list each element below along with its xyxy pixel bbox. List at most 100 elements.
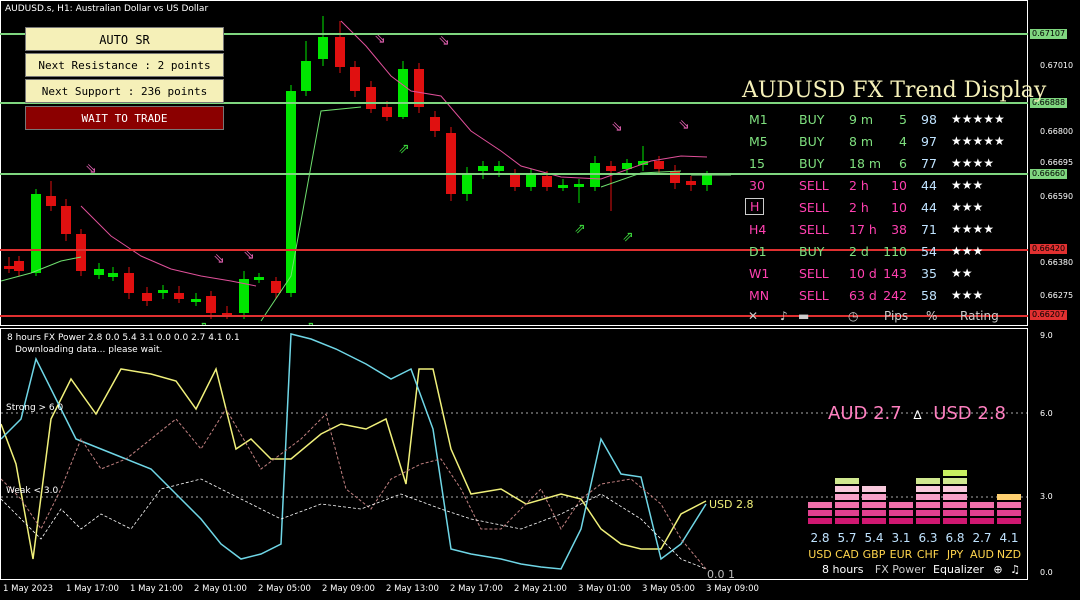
up-arrow-icon: ⇗ — [574, 221, 586, 237]
equalizer-currency[interactable]: JPY — [942, 548, 968, 561]
trend-rating: ★★★★★ — [951, 134, 1005, 148]
equalizer-value: 2.8 — [810, 531, 830, 545]
trend-signal: SELL — [799, 288, 829, 303]
equalizer-segment — [997, 494, 1021, 500]
equalizer-segment — [862, 518, 886, 524]
equalizer-currency[interactable]: NZD — [996, 548, 1022, 561]
close-icon[interactable]: ✕ — [748, 309, 758, 323]
time-axis-label: 2 May 13:00 — [386, 584, 439, 594]
trend-pips: 38 — [891, 222, 907, 237]
candle-body — [686, 181, 696, 185]
trend-percent: 44 — [921, 178, 937, 193]
up-arrow-icon: ⇗ — [303, 319, 315, 325]
trend-row-h[interactable]: H SELL 2 h 10 44 ★★★ — [745, 198, 1030, 218]
candle-body — [462, 173, 472, 194]
indicator-axis-label: 9.0 — [1040, 331, 1053, 340]
trend-timeframe: H — [745, 198, 765, 215]
equalizer-segment — [835, 494, 859, 500]
equalizer-segment — [835, 510, 859, 516]
price-tag-3: 0.66660 — [1030, 169, 1068, 179]
trend-age: 17 h — [849, 222, 877, 237]
candle-body — [542, 176, 552, 187]
trend-signal: SELL — [799, 266, 829, 281]
equalizer-segment — [835, 486, 859, 492]
price-axis-label: 0.66380 — [1040, 258, 1074, 267]
clock-icon: ◷ — [848, 309, 859, 323]
trend-timeframe: 15 — [749, 156, 765, 171]
trend-row-15[interactable]: 15 BUY 18 m 6 77 ★★★★ — [745, 154, 1030, 174]
equalizer-currency[interactable]: CHF — [915, 548, 941, 561]
equalizer-currency[interactable]: USD — [807, 548, 833, 561]
moving-average-line — [340, 20, 708, 180]
strong-level-label: Strong > 6.0 — [6, 403, 64, 413]
equalizer-segment — [862, 494, 886, 500]
trend-row-m1[interactable]: M1 BUY 9 m 5 98 ★★★★★ — [745, 110, 1030, 130]
trend-pips: 5 — [899, 112, 907, 127]
trend-row-30[interactable]: 30 SELL 2 h 10 44 ★★★ — [745, 176, 1030, 196]
trend-rating: ★★★★★ — [951, 112, 1005, 126]
time-axis-label: 3 May 01:00 — [578, 584, 631, 594]
trend-row-m5[interactable]: M5 BUY 8 m 4 97 ★★★★★ — [745, 132, 1030, 152]
candle-body — [31, 194, 41, 273]
down-arrow-icon: ⇘ — [611, 119, 623, 135]
equalizer-segment — [916, 478, 940, 484]
price-axis-label: 0.66800 — [1040, 127, 1074, 136]
pips-header: Pips — [884, 309, 909, 323]
trend-percent: 77 — [921, 156, 937, 171]
candle-body — [271, 281, 281, 293]
equalizer-currency[interactable]: AUD — [969, 548, 995, 561]
candle-body — [382, 107, 392, 117]
trend-rating: ★★★ — [951, 288, 984, 302]
trend-row-mn[interactable]: MN SELL 63 d 242 58 ★★★ — [745, 286, 1030, 306]
equalizer-segment — [862, 486, 886, 492]
trend-percent: 98 — [921, 112, 937, 127]
trend-row-h4[interactable]: H4 SELL 17 h 38 71 ★★★★ — [745, 220, 1030, 240]
equalizer-segment — [916, 486, 940, 492]
equalizer-segment — [916, 510, 940, 516]
equalizer-currency[interactable]: EUR — [888, 548, 914, 561]
trend-signal: SELL — [799, 222, 829, 237]
candle-body — [318, 37, 328, 59]
equalizer-value: 6.8 — [945, 531, 965, 545]
trend-age: 8 m — [849, 134, 874, 149]
candle-body — [94, 269, 104, 275]
trend-display-title: AUDUSD FX Trend Display — [742, 78, 1047, 103]
equalizer-segment — [970, 502, 994, 508]
equalizer-currency[interactable]: GBP — [861, 548, 887, 561]
trend-row-w1[interactable]: W1 SELL 10 d 143 35 ★★ — [745, 264, 1030, 284]
equalizer-segment — [835, 518, 859, 524]
settings-icon[interactable]: ⊕ — [993, 563, 1002, 576]
equalizer-segment — [889, 502, 913, 508]
equalizer-segment — [835, 478, 859, 484]
equalizer-segment — [808, 510, 832, 516]
candle-body — [558, 185, 568, 188]
trend-signal: BUY — [799, 156, 825, 171]
equalizer-value: 5.4 — [864, 531, 884, 545]
music-icon[interactable]: ♫ — [1010, 563, 1020, 576]
trend-pips: 110 — [883, 244, 907, 259]
trend-rating: ★★★★ — [951, 222, 995, 236]
candle-body — [478, 166, 488, 171]
trend-rating: ★★ — [951, 266, 973, 280]
time-axis-label: 1 May 21:00 — [130, 584, 183, 594]
equalizer-currency[interactable]: CAD — [834, 548, 860, 561]
music-icon[interactable]: ♪ — [780, 309, 788, 323]
candle-body — [14, 261, 24, 271]
up-arrow-icon: ⇗ — [196, 319, 208, 325]
usd-strength-line — [1, 366, 707, 560]
candle-body — [158, 290, 168, 293]
candle-body — [124, 273, 134, 293]
hours-label[interactable]: 8 hours — [822, 563, 863, 576]
usd-line-label: USD 2.8 — [709, 498, 754, 511]
zero-line-label: 0.0 1 — [707, 568, 735, 581]
equalizer-segment — [835, 502, 859, 508]
equalizer-value: 2.7 — [972, 531, 992, 545]
equalizer-value: 6.3 — [918, 531, 938, 545]
auto-sr-title[interactable]: AUTO SR — [25, 27, 224, 51]
line-icon[interactable]: ▬ — [798, 309, 809, 323]
trend-timeframe: MN — [749, 288, 770, 303]
candle-body — [4, 266, 14, 269]
trend-row-d1[interactable]: D1 BUY 2 d 110 54 ★★★ — [745, 242, 1030, 262]
trend-timeframe: M1 — [749, 112, 768, 127]
wait-to-trade-button[interactable]: WAIT TO TRADE — [25, 106, 224, 130]
